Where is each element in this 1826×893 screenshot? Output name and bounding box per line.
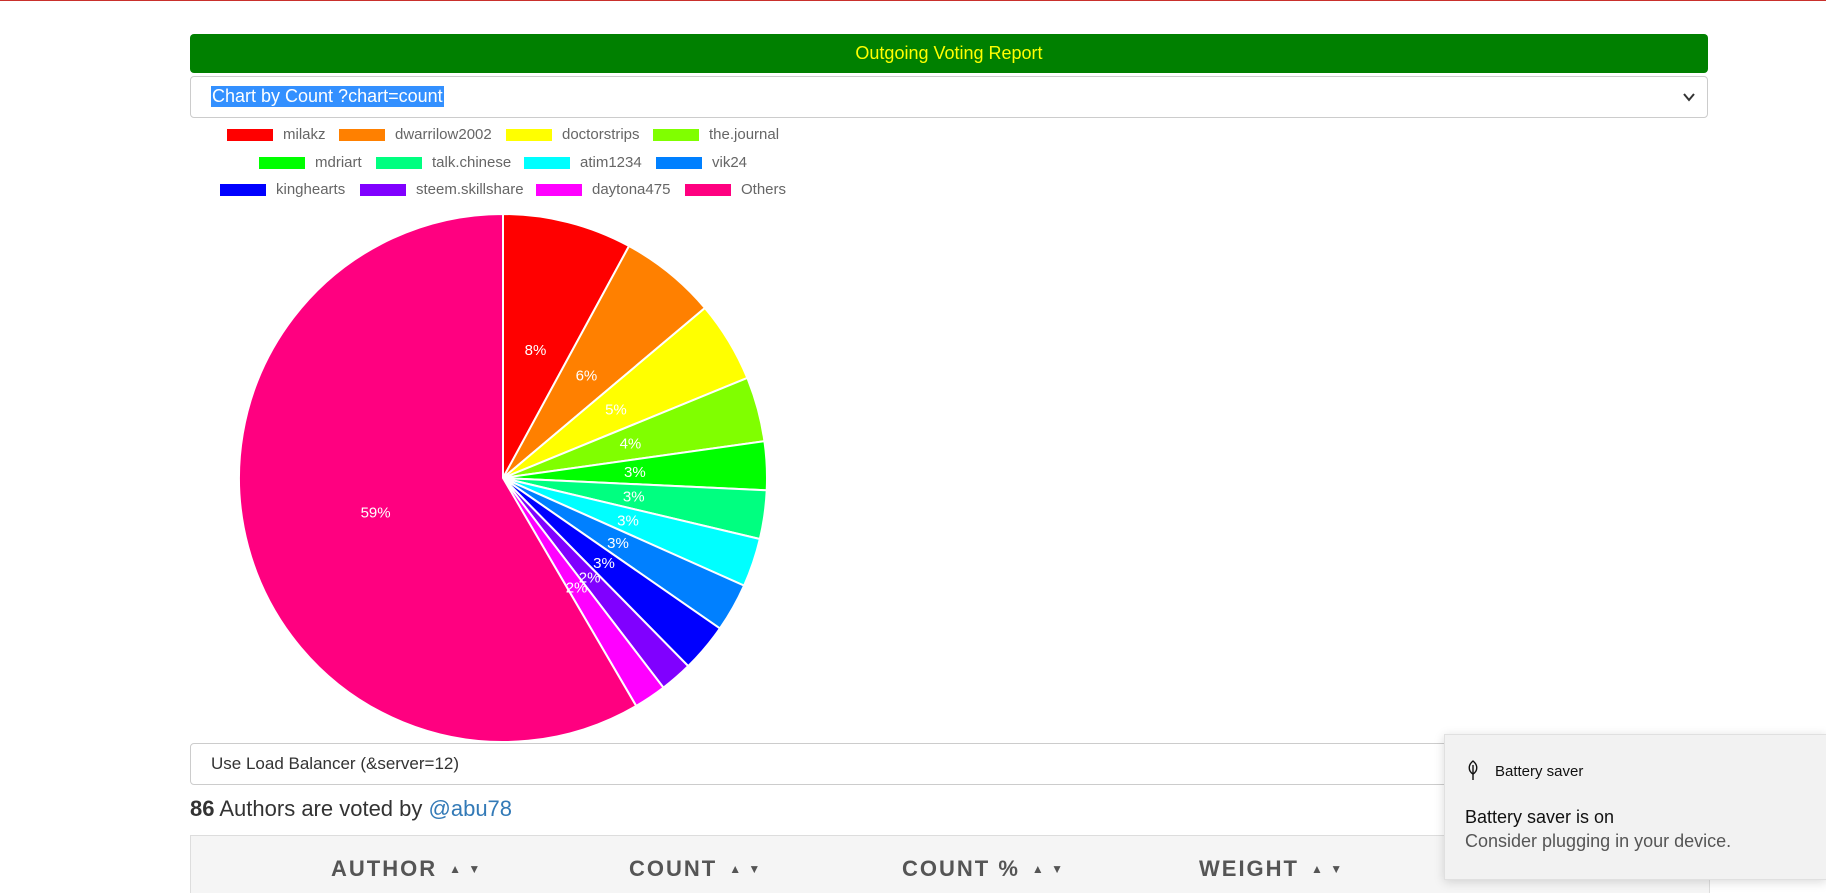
pie-slice-label: 59% <box>361 504 391 521</box>
legend-swatch <box>524 157 570 169</box>
authors-summary: 86 Authors are voted by @abu78 <box>190 796 512 822</box>
voter-link[interactable]: @abu78 <box>429 796 513 821</box>
pie-slice-label: 3% <box>607 535 629 552</box>
legend-label: vik24 <box>712 154 748 171</box>
legend-label: dwarrilow2002 <box>395 126 492 143</box>
legend-row-1: milakz dwarrilow2002 doctorstrips the.jo… <box>227 126 787 144</box>
column-header-author[interactable]: AUTHOR ▲ ▼ <box>331 856 482 882</box>
column-label: COUNT <box>629 856 718 881</box>
legend-swatch <box>339 129 385 141</box>
pie-chart: 8%6%5%4%3%3%3%3%3%2%2%59% <box>238 212 768 743</box>
pie-slice-label: 6% <box>576 368 598 385</box>
sort-arrows-icon[interactable]: ▲ ▼ <box>1311 862 1344 876</box>
notification-app-name: Battery saver <box>1495 763 1584 780</box>
legend-label: Others <box>741 181 787 198</box>
authors-count: 86 <box>190 796 215 821</box>
legend-label: doctorstrips <box>562 126 640 143</box>
legend-label: steem.skillshare <box>416 181 524 198</box>
battery-saver-notification[interactable]: Battery saver Battery saver is on Consid… <box>1444 734 1826 880</box>
chart-type-selected: Chart by Count ?chart=count <box>211 86 444 107</box>
column-header-weight[interactable]: WEIGHT ▲ ▼ <box>1199 856 1344 882</box>
legend-label: milakz <box>283 126 326 143</box>
pie-slice-label: 8% <box>525 342 547 359</box>
legend-swatch <box>653 129 699 141</box>
legend-label: daytona475 <box>592 181 671 198</box>
authors-text: Authors are voted by <box>214 796 429 821</box>
legend-swatch <box>506 129 552 141</box>
pie-slice-label: 3% <box>617 512 639 529</box>
top-border <box>0 0 1826 1</box>
legend-label: talk.chinese <box>432 154 512 171</box>
pie-slice-label: 3% <box>623 488 645 505</box>
legend-swatch <box>259 157 305 169</box>
sort-arrows-icon[interactable]: ▲ ▼ <box>729 862 762 876</box>
server-selected: Use Load Balancer (&server=12) <box>211 754 460 773</box>
column-label: COUNT % <box>902 856 1020 881</box>
leaf-icon <box>1468 760 1478 780</box>
legend-label: the.journal <box>709 126 780 143</box>
legend-swatch <box>220 184 266 196</box>
column-label: WEIGHT <box>1199 856 1299 881</box>
column-header-count-percent[interactable]: COUNT % ▲ ▼ <box>902 856 1065 882</box>
legend-label: mdriart <box>315 154 362 171</box>
legend-swatch <box>227 129 273 141</box>
legend-swatch <box>656 157 702 169</box>
legend-swatch <box>685 184 731 196</box>
legend-label: atim1234 <box>580 154 642 171</box>
sort-arrows-icon[interactable]: ▲ ▼ <box>449 862 482 876</box>
report-title-banner: Outgoing Voting Report <box>190 34 1708 73</box>
notification-title: Battery saver is on <box>1465 807 1615 827</box>
legend-label: kinghearts <box>276 181 346 198</box>
legend-swatch <box>360 184 406 196</box>
pie-slice-label: 5% <box>605 402 627 419</box>
legend-row-3: kinghearts steem.skillshare daytona475 O… <box>220 181 820 199</box>
chevron-down-icon <box>1683 93 1695 102</box>
column-label: AUTHOR <box>331 856 438 881</box>
column-header-count[interactable]: COUNT ▲ ▼ <box>629 856 762 882</box>
chart-type-select[interactable]: Chart by Count ?chart=count <box>190 76 1708 118</box>
notification-body: Consider plugging in your device. <box>1465 831 1732 851</box>
legend-row-2: mdriart talk.chinese atim1234 vik24 <box>259 154 759 172</box>
legend-swatch <box>536 184 582 196</box>
legend-swatch <box>376 157 422 169</box>
pie-slice-label: 4% <box>620 436 642 453</box>
pie-slice-label: 3% <box>624 464 646 481</box>
pie-slice-label: 2% <box>566 580 588 597</box>
sort-arrows-icon[interactable]: ▲ ▼ <box>1032 862 1065 876</box>
